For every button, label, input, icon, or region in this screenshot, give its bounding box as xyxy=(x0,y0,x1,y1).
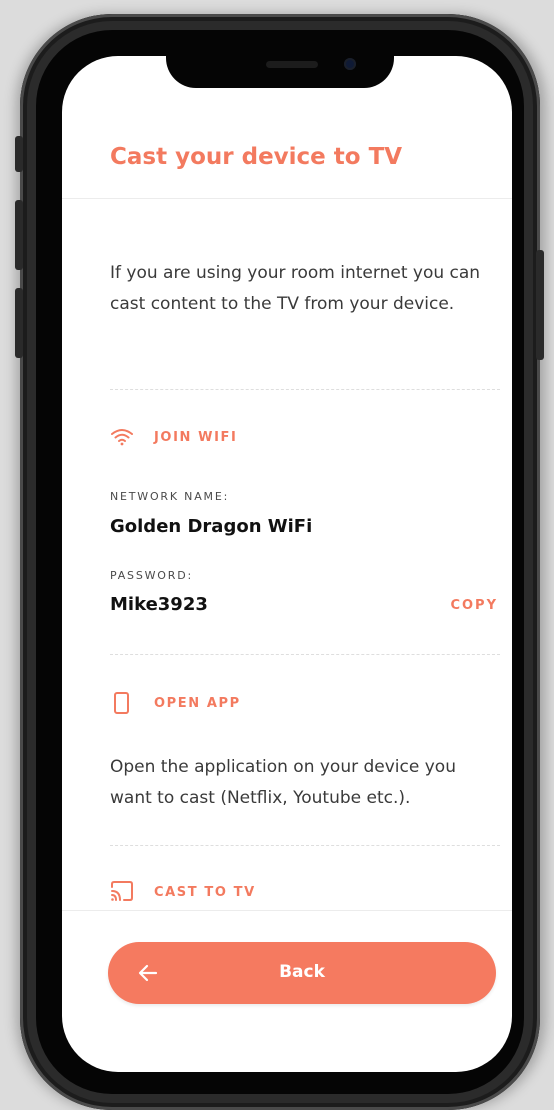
password-label: PASSWORD: xyxy=(110,569,193,582)
cast-icon xyxy=(110,881,134,903)
wifi-icon xyxy=(110,428,134,446)
back-button-label: Back xyxy=(279,962,325,982)
intro-text: If you are using your room internet you … xyxy=(110,263,481,314)
network-name-label: NETWORK NAME: xyxy=(110,490,230,503)
earpiece-speaker xyxy=(266,61,318,68)
power-button xyxy=(536,250,544,360)
network-name-value: Golden Dragon WiFi xyxy=(110,516,313,537)
page-title: Cast your device to TV xyxy=(110,144,403,170)
phone-icon xyxy=(110,692,134,714)
copy-password-button[interactable]: COPY xyxy=(450,598,498,613)
device-notch xyxy=(166,30,394,88)
back-button[interactable]: Back xyxy=(108,942,496,1004)
section-divider xyxy=(110,389,500,390)
section-divider xyxy=(110,845,500,846)
volume-up-button xyxy=(15,200,23,270)
volume-down-button xyxy=(15,288,23,358)
app-screen: Cast your device to TV If you are using … xyxy=(62,56,512,1072)
open-app-text: Open the application on your device you … xyxy=(110,757,456,808)
front-camera xyxy=(344,58,356,70)
section-divider xyxy=(110,654,500,655)
join-wifi-label: JOIN WIFI xyxy=(154,429,238,445)
footer-divider xyxy=(62,910,512,911)
header-divider xyxy=(62,198,512,199)
open-app-label: OPEN APP xyxy=(154,695,241,711)
mute-switch xyxy=(15,136,23,172)
cast-to-tv-label: CAST TO TV xyxy=(154,884,256,900)
open-app-heading: OPEN APP xyxy=(110,692,241,714)
password-value: Mike3923 xyxy=(110,594,208,615)
cast-to-tv-heading: CAST TO TV xyxy=(110,881,256,903)
join-wifi-heading: JOIN WIFI xyxy=(110,428,237,446)
